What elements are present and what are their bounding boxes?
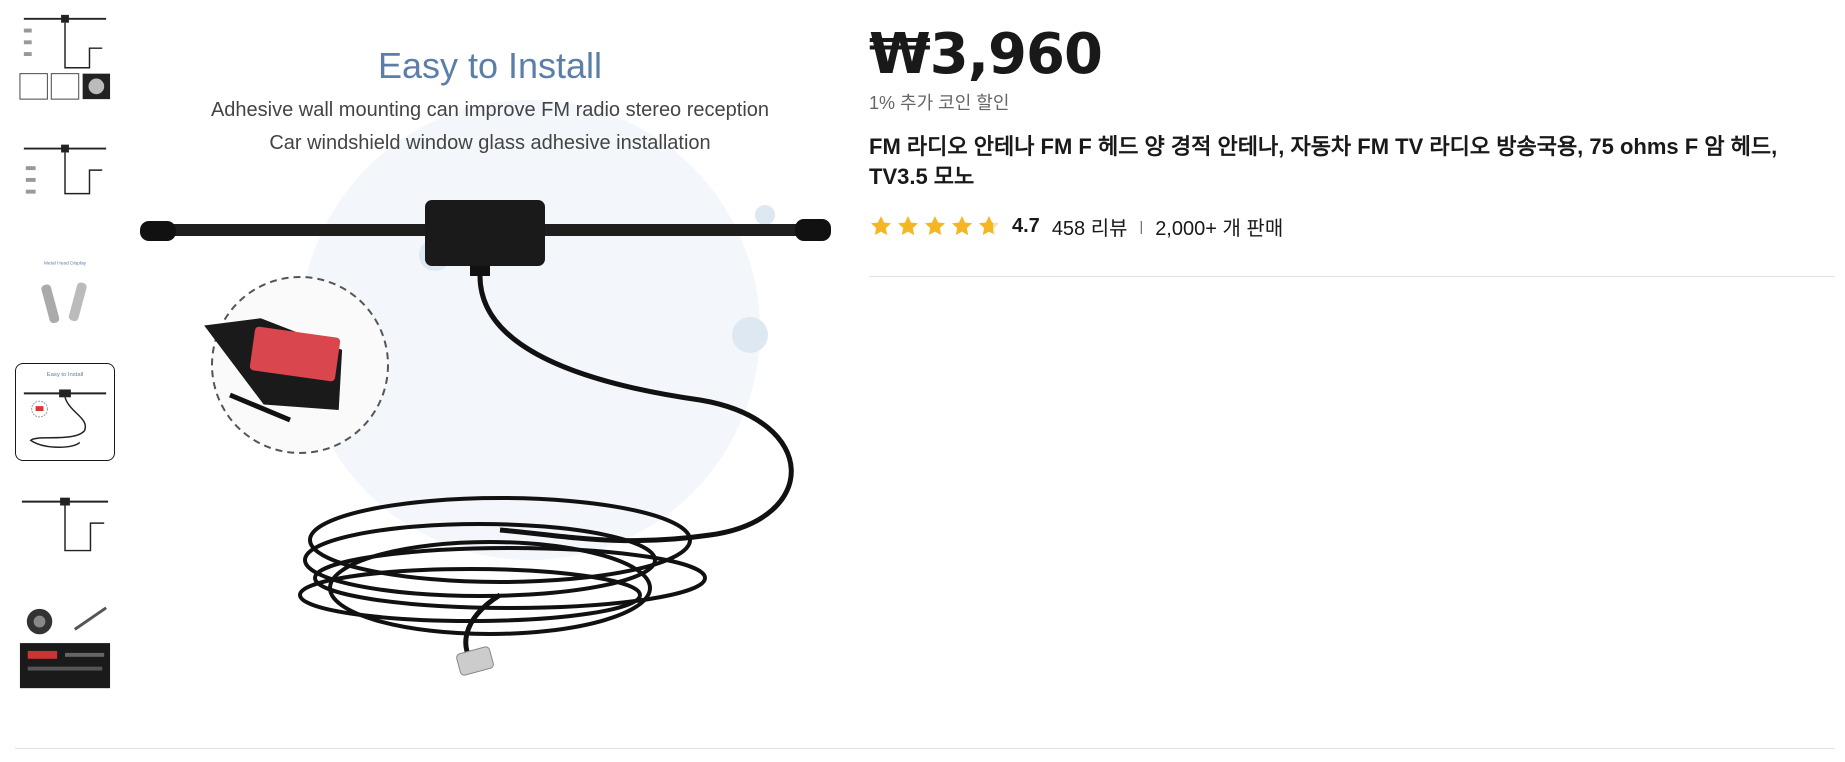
image-heading: Easy to Install [378,45,602,86]
product-price: ₩3,960 [869,22,1103,87]
rating-score: 4.7 [1012,214,1040,237]
thumbnail-4[interactable]: Easy to Install [15,363,115,461]
thumbnail-2[interactable] [15,126,115,224]
svg-text:Metal Head Display: Metal Head Display [44,261,87,267]
main-product-image: Easy to Install Adhesive wall mounting c… [140,0,840,700]
sold-count: 2,000+ 개 판매 [1155,217,1284,240]
star-half-icon [977,214,1001,238]
product-info: ₩3,960 1% 추가 코인 할인 FM 라디오 안테나 FM F 헤드 양 … [869,22,1834,241]
star-icon [896,214,920,238]
svg-text:Easy to Install: Easy to Install [47,372,83,378]
separator: | [1139,218,1144,234]
image-line-2: Car windshield window glass adhesive ins… [269,132,710,154]
thumbnail-5[interactable] [15,481,115,579]
rating-stars[interactable] [869,214,1004,238]
divider [869,276,1834,277]
thumbnail-6[interactable] [15,599,115,697]
divider [15,748,1835,749]
coin-discount: 1% 추가 코인 할인 [869,93,1010,113]
product-title: FM 라디오 안테나 FM F 헤드 양 경적 안테나, 자동차 FM TV 라… [869,134,1778,189]
star-icon [923,214,947,238]
rating-row: 4.7 458 리뷰 | 2,000+ 개 판매 [869,211,1834,241]
thumbnail-3[interactable]: Metal Head Display [15,244,115,342]
star-icon [869,214,893,238]
star-icon [950,214,974,238]
thumbnail-1[interactable] [15,8,115,106]
review-count-link[interactable]: 458 리뷰 [1052,212,1128,241]
image-line-1: Adhesive wall mounting can improve FM ra… [211,99,769,121]
